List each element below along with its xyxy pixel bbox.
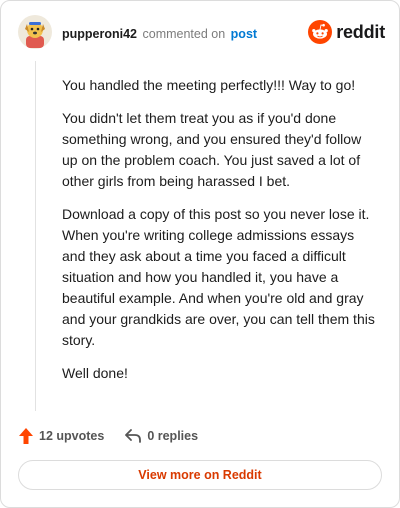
upvote-count: 12 upvotes	[39, 429, 105, 443]
reply-count: 0 replies	[147, 429, 199, 443]
comment-header: pupperoni42 commented on post reddit	[18, 15, 385, 51]
comment-paragraph: Well done!	[62, 365, 128, 381]
upvote-stat[interactable]: 12 upvotes	[18, 427, 104, 445]
comment-paragraph: Download a copy of this post so you neve…	[62, 206, 375, 348]
user-avatar[interactable]	[18, 15, 52, 49]
reply-arrow-icon	[125, 429, 142, 443]
reddit-wordmark: reddit	[336, 21, 385, 42]
thread-line	[35, 61, 36, 411]
comment-paragraph: You didn't let them treat you as if you'…	[62, 110, 362, 189]
comment-body: You handled the meeting perfectly!!! Way…	[62, 75, 380, 396]
reddit-logo[interactable]: reddit	[308, 20, 385, 44]
comment-paragraph: You handled the meeting perfectly!!! Way…	[62, 77, 356, 93]
comment-card: pupperoni42 commented on post reddit You…	[0, 0, 400, 508]
post-link[interactable]: post	[231, 27, 257, 41]
avatar-dog-icon	[18, 15, 52, 49]
reddit-snoo-icon	[308, 20, 333, 44]
upvote-arrow-icon	[19, 428, 33, 444]
comment-stats: 12 upvotes 0 replies	[18, 425, 198, 447]
view-more-button[interactable]: View more on Reddit	[18, 460, 382, 490]
replies-stat[interactable]: 0 replies	[124, 428, 198, 444]
comment-meta: pupperoni42 commented on post	[62, 26, 257, 42]
action-text: commented on	[142, 27, 226, 41]
username-link[interactable]: pupperoni42	[62, 27, 137, 41]
